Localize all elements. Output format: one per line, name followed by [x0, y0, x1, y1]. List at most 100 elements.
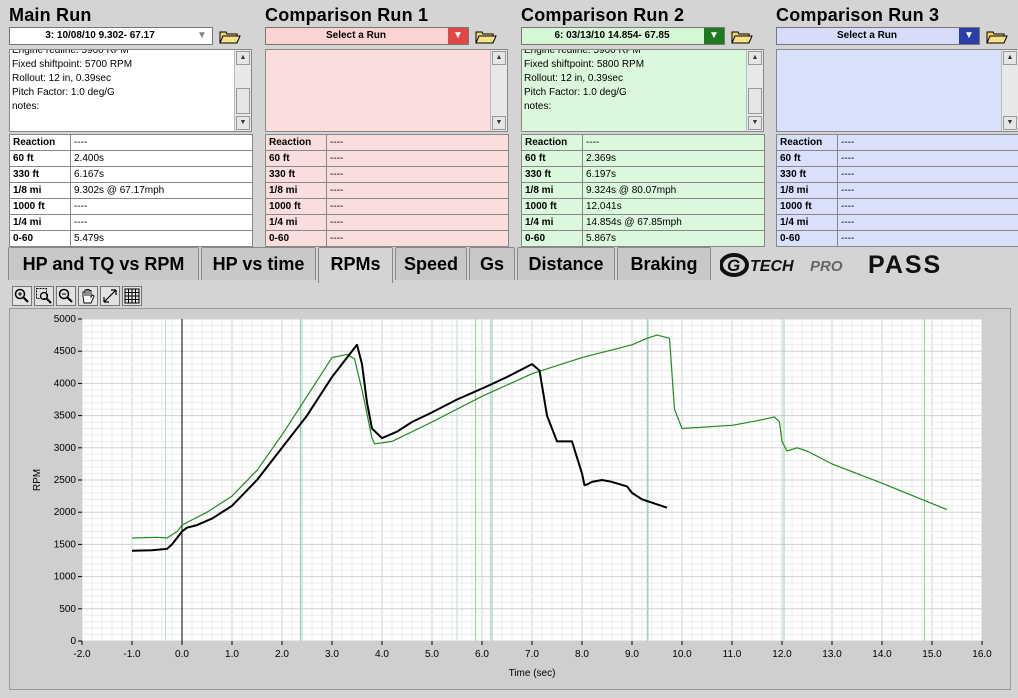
run-notes[interactable]: Engine redline: 5900 RPM Fixed shiftpoint… — [521, 49, 764, 132]
folder-open-icon[interactable] — [475, 30, 497, 44]
run-selector[interactable]: Select a Run ▼ — [776, 27, 980, 45]
scroll-thumb[interactable] — [236, 88, 250, 114]
stat-row: 330 ft ---- — [265, 166, 509, 183]
run-selector-value: Select a Run — [325, 30, 387, 41]
tab-hp-time[interactable]: HP vs time — [201, 247, 316, 280]
y-tick-label: 2500 — [54, 475, 77, 486]
stat-value: 5.479s — [70, 230, 253, 247]
stat-row: Reaction ---- — [265, 134, 509, 151]
stat-value: ---- — [326, 166, 509, 183]
stat-value: ---- — [326, 198, 509, 215]
x-tick-label: -1.0 — [123, 649, 141, 660]
run-notes[interactable]: ▲ ▼ — [776, 49, 1018, 132]
notes-scrollbar[interactable]: ▲ ▼ — [490, 50, 507, 131]
y-tick-label: 500 — [59, 604, 76, 615]
tab-rpms[interactable]: RPMs — [318, 247, 393, 283]
stat-row: 1000 ft ---- — [9, 198, 253, 215]
x-tick-label: 12.0 — [772, 649, 792, 660]
pan-hand-icon[interactable] — [78, 286, 98, 306]
folder-open-icon[interactable] — [219, 30, 241, 44]
stat-value: 14.854s @ 67.85mph — [582, 214, 765, 231]
run-selector[interactable]: 3: 10/08/10 9.302- 67.17 ▼ — [9, 27, 213, 45]
folder-open-icon[interactable] — [731, 30, 753, 44]
grid-icon[interactable] — [122, 286, 142, 306]
run-selector[interactable]: 6: 03/13/10 14.854- 67.85 ▼ — [521, 27, 725, 45]
chevron-down-icon[interactable]: ▼ — [959, 28, 979, 44]
stat-row: 1/8 mi 9.324s @ 80.07mph — [521, 182, 765, 199]
x-tick-label: -2.0 — [73, 649, 91, 660]
y-tick-label: 2000 — [54, 507, 77, 518]
notes-scrollbar[interactable]: ▲ ▼ — [1001, 50, 1018, 131]
x-tick-label: 6.0 — [475, 649, 489, 660]
svg-text:PASS: PASS — [868, 251, 942, 279]
chevron-down-icon[interactable]: ▼ — [704, 28, 724, 44]
run-title: Comparison Run 2 — [521, 5, 685, 25]
stat-label: 0-60 — [9, 230, 71, 247]
x-tick-label: 9.0 — [625, 649, 639, 660]
folder-open-icon[interactable] — [986, 30, 1008, 44]
scroll-up-icon[interactable]: ▲ — [236, 51, 250, 65]
note-line: Fixed shiftpoint: 5800 RPM — [524, 59, 645, 70]
tab-speed[interactable]: Speed — [395, 247, 467, 280]
stat-label: 330 ft — [521, 166, 583, 183]
zoom-out-icon[interactable] — [56, 286, 76, 306]
stat-value: ---- — [326, 150, 509, 167]
scroll-up-icon[interactable]: ▲ — [1003, 51, 1017, 65]
chevron-down-icon[interactable]: ▼ — [192, 28, 212, 44]
scroll-down-icon[interactable]: ▼ — [236, 116, 250, 130]
stat-label: 60 ft — [776, 150, 838, 167]
scroll-down-icon[interactable]: ▼ — [492, 116, 506, 130]
stat-value: 12.041s — [582, 198, 765, 215]
rpm-chart[interactable]: -2.0 -1.0 0.0 1.0 2.0 3.0 4.0 5.0 6.0 7.0 8.0 9.0 10… — [10, 309, 1010, 689]
tab-gs[interactable]: Gs — [469, 247, 515, 280]
y-tick-label: 5000 — [54, 314, 77, 325]
stat-label: 60 ft — [265, 150, 327, 167]
x-tick-label: 11.0 — [723, 649, 742, 660]
stat-value: 2.369s — [582, 150, 765, 167]
scroll-down-icon[interactable]: ▼ — [748, 116, 762, 130]
run-stats-table: Reaction ---- 60 ft ---- 330 ft ---- 1/8 mi ---… — [265, 134, 509, 247]
stat-row: 1000 ft ---- — [265, 198, 509, 215]
fit-icon[interactable] — [100, 286, 120, 306]
run-selector[interactable]: Select a Run ▼ — [265, 27, 469, 45]
scroll-up-icon[interactable]: ▲ — [748, 51, 762, 65]
scroll-down-icon[interactable]: ▼ — [1003, 116, 1017, 130]
run-notes[interactable]: Engine redline: 5900 RPM Fixed shiftpoint… — [9, 49, 252, 132]
scroll-up-icon[interactable]: ▲ — [492, 51, 506, 65]
x-tick-label: 3.0 — [325, 649, 339, 660]
stat-label: 1/8 mi — [265, 182, 327, 199]
run-notes[interactable]: ▲ ▼ — [265, 49, 508, 132]
stat-label: 330 ft — [776, 166, 838, 183]
stat-value: ---- — [837, 214, 1018, 231]
y-tick-label: 4500 — [54, 346, 77, 357]
stat-label: 0-60 — [776, 230, 838, 247]
run-stats-table: Reaction ---- 60 ft 2.400s 330 ft 6.167s 1/8 m… — [9, 134, 253, 247]
stat-row: Reaction ---- — [521, 134, 765, 151]
x-tick-label: 13.0 — [822, 649, 842, 660]
y-tick-label: 1500 — [54, 539, 77, 550]
stat-row: 1/4 mi 14.854s @ 67.85mph — [521, 214, 765, 231]
scroll-thumb[interactable] — [748, 88, 762, 114]
stat-label: Reaction — [521, 134, 583, 151]
zoom-rect-icon[interactable] — [34, 286, 54, 306]
stat-value: ---- — [70, 198, 253, 215]
gtech-pro-pass-logo: G TECH PRO PASS — [719, 250, 1010, 280]
stat-label: 60 ft — [9, 150, 71, 167]
note-line: notes: — [12, 101, 40, 112]
zoom-icon[interactable] — [12, 286, 32, 306]
notes-scrollbar[interactable]: ▲ ▼ — [234, 50, 251, 131]
svg-text:TECH: TECH — [750, 258, 794, 275]
stat-label: 60 ft — [521, 150, 583, 167]
x-tick-label: 2.0 — [275, 649, 289, 660]
tab-hp-tq-rpm[interactable]: HP and TQ vs RPM — [8, 247, 199, 280]
tab-distance[interactable]: Distance — [517, 247, 615, 280]
run-title: Comparison Run 3 — [776, 5, 940, 25]
x-tick-label: 14.0 — [872, 649, 892, 660]
stat-label: Reaction — [265, 134, 327, 151]
notes-scrollbar[interactable]: ▲ ▼ — [746, 50, 763, 131]
tab-braking[interactable]: Braking — [617, 247, 711, 280]
stat-row: 1/4 mi ---- — [9, 214, 253, 231]
stat-value: ---- — [326, 214, 509, 231]
chevron-down-icon[interactable]: ▼ — [448, 28, 468, 44]
stat-row: 1000 ft 12.041s — [521, 198, 765, 215]
